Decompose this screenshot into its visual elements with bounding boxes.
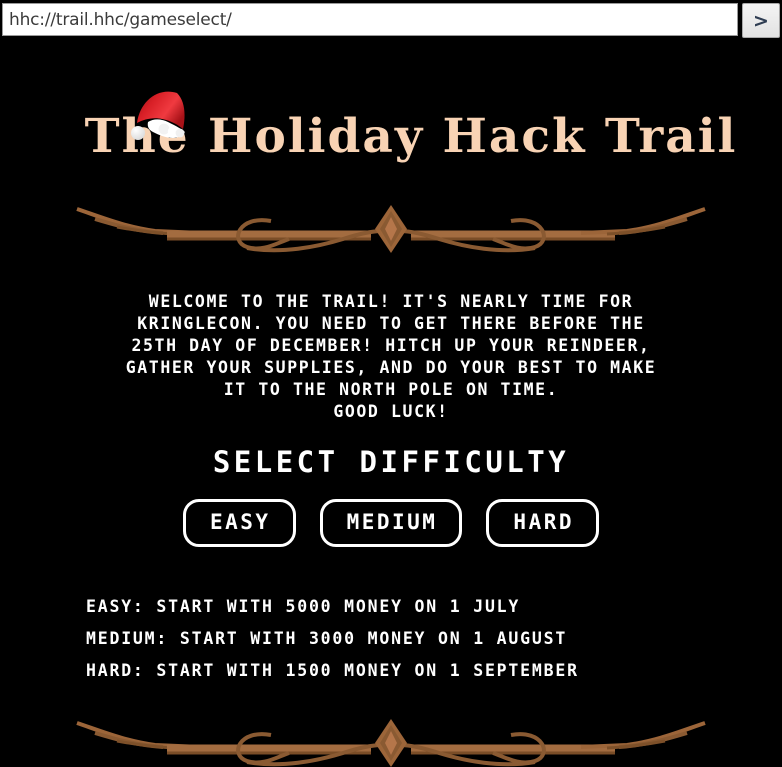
welcome-text: WELCOME TO THE TRAIL! IT'S NEARLY TIME F…: [125, 292, 657, 421]
url-input[interactable]: [2, 3, 738, 36]
go-button[interactable]: >: [742, 3, 780, 38]
difficulty-info-medium: MEDIUM: START WITH 3000 MONEY ON 1 AUGUS…: [86, 629, 568, 648]
ornament-divider-top: [76, 205, 706, 253]
select-difficulty-heading: SELECT DIFFICULTY: [212, 445, 570, 479]
chevron-right-icon: >: [753, 9, 769, 32]
title-word-trail: Trail: [604, 109, 738, 164]
title-word-hack: Hack: [442, 109, 587, 164]
game-page: The Holiday Hack Trail: [0, 41, 782, 767]
title-word-holiday: Holiday: [208, 109, 425, 164]
difficulty-info-list: EASY: START WITH 5000 MONEY ON 1 JULY ME…: [0, 591, 782, 687]
difficulty-button-hard[interactable]: HARD: [486, 499, 599, 547]
santa-hat-icon: [131, 91, 185, 140]
browser-chrome: >: [0, 0, 782, 41]
difficulty-info-hard: HARD: START WITH 1500 MONEY ON 1 SEPTEMB…: [86, 661, 579, 680]
title-block: The Holiday Hack Trail: [0, 87, 782, 187]
page-title: The Holiday Hack Trail: [0, 87, 782, 160]
ornament-divider-bottom: [76, 719, 706, 767]
difficulty-buttons-row: EASY MEDIUM HARD: [0, 499, 782, 547]
difficulty-button-easy[interactable]: EASY: [182, 499, 296, 547]
difficulty-button-medium[interactable]: MEDIUM: [319, 499, 463, 547]
difficulty-info-easy: EASY: START WITH 5000 MONEY ON 1 JULY: [86, 597, 521, 616]
